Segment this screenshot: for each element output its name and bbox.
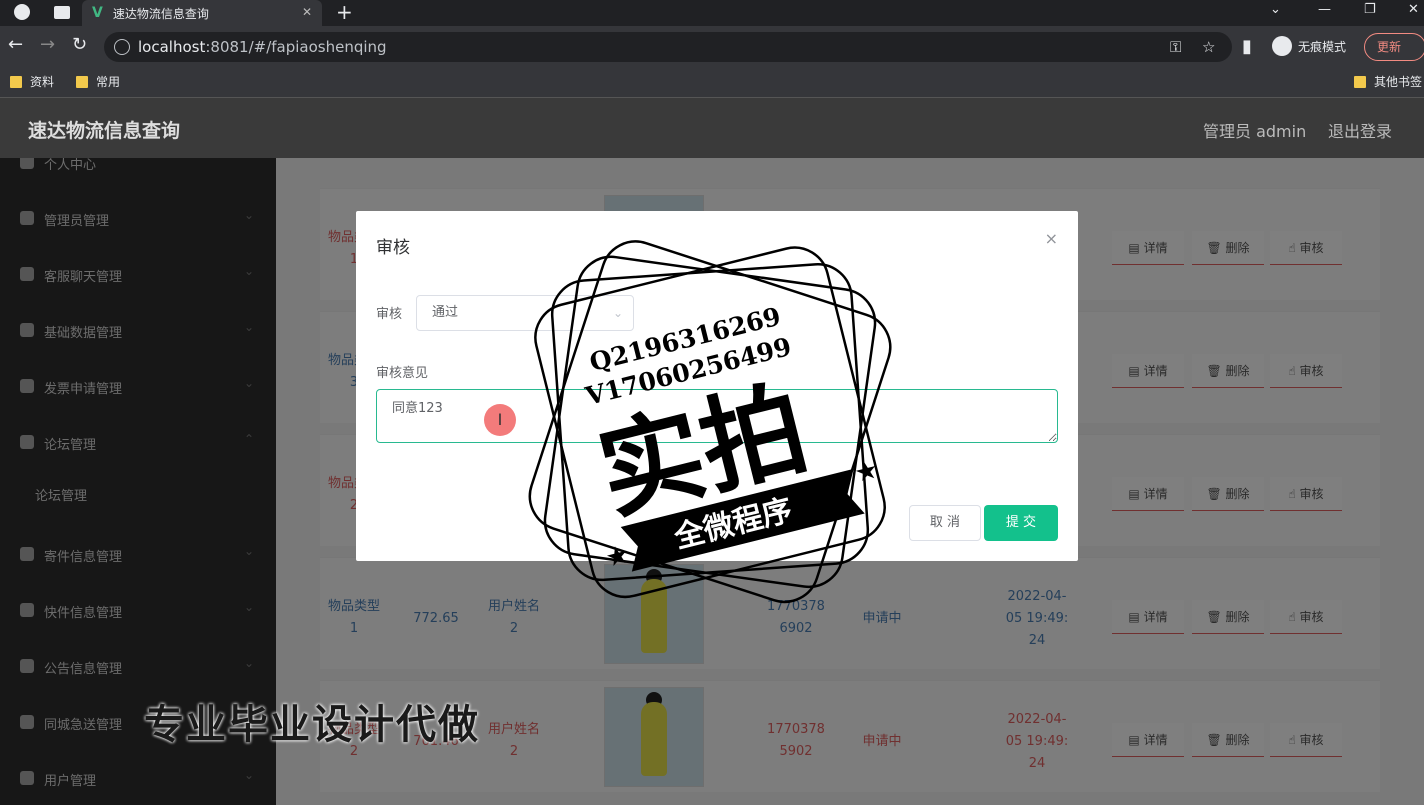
submit-button[interactable]: 提 交 — [984, 505, 1058, 541]
site-info-icon[interactable] — [114, 39, 130, 55]
star-icon[interactable]: ☆ — [1202, 32, 1215, 62]
opinion-textarea[interactable]: 同意123 — [376, 389, 1058, 443]
new-tab-button[interactable]: + — [336, 0, 353, 24]
bookmark-label: 其他书签 — [1374, 75, 1423, 89]
dialog-title: 审核 — [376, 238, 410, 258]
bookmark-label: 资料 — [30, 75, 55, 89]
cancel-button[interactable]: 取 消 — [909, 505, 981, 541]
other-bookmarks[interactable]: 其他书签 — [1354, 73, 1422, 90]
incognito-indicator[interactable]: 无痕模式 — [1272, 36, 1346, 56]
folder-icon — [76, 75, 88, 88]
url-path: :8081/#/fapiaoshenqing — [205, 38, 387, 56]
incognito-label: 无痕模式 — [1298, 39, 1347, 54]
tab-search-icon[interactable]: ⌄ — [1270, 2, 1281, 17]
globe-icon[interactable] — [14, 4, 30, 20]
url-host: localhost — [138, 38, 206, 56]
incognito-icon — [1272, 36, 1292, 56]
app-header: 速达物流信息查询 管理员 admin 退出登录 — [0, 98, 1424, 158]
close-window-icon[interactable]: ✕ — [1408, 2, 1419, 17]
logout-link[interactable]: 退出登录 — [1328, 118, 1392, 142]
current-user: 管理员 admin — [1203, 122, 1307, 141]
minimize-icon[interactable]: — — [1318, 2, 1331, 17]
watermark-bottom-text: 专业毕业设计代做 — [144, 702, 480, 748]
window-icon[interactable] — [54, 6, 70, 19]
bookmark-folder-1[interactable]: 资料 — [10, 73, 54, 90]
review-select[interactable]: 通过 ⌄ — [416, 295, 634, 331]
tab-title: 速达物流信息查询 — [112, 6, 209, 21]
folder-icon — [1354, 75, 1366, 88]
tab-close-icon[interactable]: ✕ — [302, 5, 312, 19]
key-icon[interactable]: ⚿ — [1170, 32, 1181, 62]
review-select-value: 通过 — [432, 305, 459, 320]
folder-icon — [10, 75, 22, 88]
back-icon[interactable]: ← — [8, 34, 23, 55]
text-cursor-icon: I — [484, 404, 516, 436]
sidepanel-icon[interactable]: ▮ — [1242, 36, 1252, 57]
browser-tab[interactable]: V 速达物流信息查询 ✕ — [82, 0, 322, 26]
review-label: 审核 — [376, 307, 403, 322]
url-field[interactable]: localhost:8081/#/fapiaoshenqing ⚿ ☆ — [104, 32, 1232, 62]
review-dialog: 审核 × 审核 通过 ⌄ 审核意见 同意123 取 消 提 交 — [356, 211, 1078, 561]
chevron-down-icon: ⌄ — [612, 306, 623, 320]
vue-icon: V — [92, 5, 103, 21]
reload-icon[interactable]: ↻ — [72, 34, 87, 55]
forward-icon[interactable]: → — [40, 34, 55, 55]
update-button[interactable]: 更新 — [1364, 33, 1424, 61]
app-title: 速达物流信息查询 — [28, 120, 181, 142]
opinion-label: 审核意见 — [376, 366, 429, 381]
restore-icon[interactable]: ❐ — [1364, 2, 1376, 17]
bookmark-folder-2[interactable]: 常用 — [76, 73, 120, 90]
bookmarks-bar: 资料 常用 其他书签 — [0, 68, 1424, 98]
close-icon[interactable]: × — [1045, 229, 1058, 248]
browser-tab-strip: V 速达物流信息查询 ✕ + ⌄ — ❐ ✕ — [0, 0, 1424, 26]
bookmark-label: 常用 — [96, 75, 121, 89]
